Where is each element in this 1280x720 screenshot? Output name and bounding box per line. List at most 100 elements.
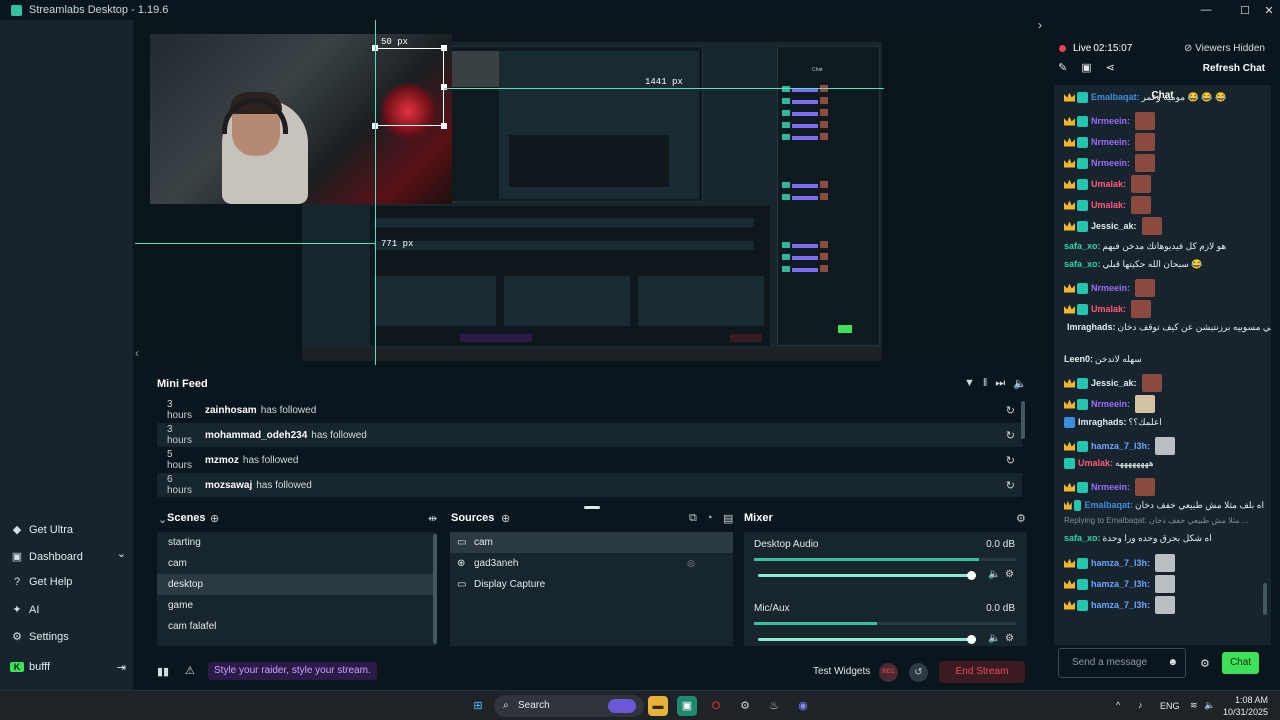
chat-username[interactable]: safa_xo: — [1064, 258, 1101, 270]
speaker-icon[interactable]: 🔈 — [988, 569, 1000, 580]
minimize-button[interactable]: — — [1195, 0, 1217, 20]
chevron-right-icon[interactable]: › — [1038, 18, 1042, 32]
viewers-hidden-toggle[interactable]: ⊘ Viewers Hidden — [1184, 43, 1265, 54]
replay-icon[interactable]: ↻ — [1006, 404, 1015, 417]
folder-icon[interactable]: ▤ — [723, 512, 733, 525]
chat-username[interactable]: Nrmeein: — [1091, 282, 1130, 294]
chat-username[interactable]: hamza_7_l3h: — [1091, 557, 1150, 569]
chat-username[interactable]: hamza_7_l3h: — [1091, 440, 1150, 452]
volume-slider[interactable] — [758, 571, 976, 580]
replay-buffer-button[interactable]: ↺ — [909, 663, 928, 682]
settings-app-icon[interactable]: ⚙ — [735, 696, 755, 716]
chat-input[interactable]: Send a message ☻ — [1058, 648, 1186, 678]
replay-icon[interactable]: ↻ — [1006, 454, 1015, 467]
record-button[interactable]: REC — [879, 663, 898, 682]
add-source-icon[interactable]: ⊕ — [501, 512, 510, 525]
widgets-icon[interactable]: ▣ — [1081, 61, 1091, 74]
slider-knob[interactable] — [967, 571, 976, 580]
scene-transition-icon[interactable]: ⇹ — [428, 512, 437, 525]
clock-time[interactable]: 1:08 AM — [1222, 695, 1268, 705]
scene-item[interactable]: starting — [157, 532, 437, 553]
close-button[interactable]: ✕ — [1258, 0, 1280, 20]
replay-icon[interactable]: ↻ — [1006, 429, 1015, 442]
chat-username[interactable]: Jessic_ak: — [1091, 377, 1137, 389]
skip-icon[interactable]: ⏭ — [995, 377, 1005, 390]
refresh-chat-button[interactable]: Refresh Chat — [1203, 63, 1265, 74]
scene-item[interactable]: game — [157, 595, 437, 616]
streamlabs-taskbar-icon[interactable]: ▣ — [677, 696, 697, 716]
pause-icon[interactable]: ‖ — [983, 377, 988, 390]
sidebar-item-dashboard[interactable]: ▣ Dashboard ⌄ — [10, 547, 126, 563]
test-widgets-button[interactable]: Test Widgets — [813, 666, 870, 677]
resize-handle[interactable] — [441, 84, 447, 90]
chat-username[interactable]: safa_xo: — [1064, 532, 1101, 544]
resize-drag-bar[interactable] — [584, 506, 600, 509]
edit-icon[interactable]: ✎ — [1058, 61, 1067, 74]
source-item[interactable]: ▭ Display Capture — [450, 574, 733, 595]
slider-knob[interactable] — [967, 635, 976, 644]
channel-settings-icon[interactable]: ⚙ — [1005, 633, 1014, 644]
user-account[interactable]: K bufff ⇥ — [10, 661, 126, 674]
collapse-icon[interactable]: ⌄ — [158, 513, 167, 526]
chat-username[interactable]: Umalak: — [1091, 303, 1126, 315]
scene-item[interactable]: cam — [157, 553, 437, 574]
alert-icon[interactable]: ⚠ — [185, 664, 195, 677]
chat-username[interactable]: safa_xo: — [1064, 240, 1101, 252]
share-icon[interactable]: ⋖ — [1106, 61, 1115, 74]
speaker-icon[interactable]: 🔈 — [988, 633, 1000, 644]
hidden-eye-icon[interactable]: ◎ — [687, 558, 695, 569]
chat-username[interactable]: Nrmeein: — [1091, 398, 1130, 410]
sidebar-item-ai[interactable]: ✦ AI — [10, 603, 39, 617]
sidebar-item-get-ultra[interactable]: ◆ Get Ultra — [10, 523, 73, 537]
sidebar-item-settings[interactable]: ⚙ Settings — [10, 630, 69, 644]
microphone-icon[interactable]: ♪ — [1138, 700, 1143, 710]
scrollbar[interactable] — [1021, 401, 1025, 439]
opera-icon[interactable]: O — [706, 696, 726, 716]
send-chat-button[interactable]: Chat — [1222, 652, 1259, 674]
volume-slider[interactable] — [758, 635, 976, 644]
selection-box[interactable] — [375, 48, 444, 126]
tray-chevron-icon[interactable]: ^ — [1116, 700, 1120, 710]
stream-preview[interactable]: Chat 50 px 1441 px 771 px — [135, 20, 1045, 365]
source-item[interactable]: ▭ cam — [450, 532, 733, 553]
chat-username[interactable]: Jessic_ak: — [1091, 220, 1137, 232]
chevron-left-icon[interactable]: ‹ — [135, 346, 139, 360]
scrollbar[interactable] — [1263, 583, 1267, 615]
windows-start-icon[interactable]: ⊞ — [468, 696, 488, 716]
maximize-button[interactable]: ☐ — [1234, 0, 1256, 20]
logout-icon[interactable]: ⇥ — [117, 661, 126, 674]
filters-icon[interactable]: ◔ — [706, 512, 713, 524]
chat-username[interactable]: Nrmeein: — [1091, 157, 1130, 169]
chat-username[interactable]: Imraghads: — [1078, 416, 1127, 428]
chat-username[interactable]: Imraghads: — [1067, 321, 1116, 333]
mixer-settings-icon[interactable]: ⚙ — [1016, 512, 1026, 525]
chat-username[interactable]: Leen0: — [1064, 353, 1093, 365]
scene-item[interactable]: desktop — [157, 574, 437, 595]
stats-icon[interactable]: ▮▮ — [157, 665, 169, 678]
volume-icon[interactable]: 🔈 — [1204, 700, 1215, 711]
chat-username[interactable]: Nrmeein: — [1091, 481, 1130, 493]
taskbar-search[interactable]: ⌕ Search — [494, 695, 644, 717]
chat-username[interactable]: Nrmeein: — [1091, 115, 1130, 127]
wifi-icon[interactable]: ≋ — [1190, 700, 1198, 711]
replay-icon[interactable]: ↻ — [1006, 479, 1015, 492]
file-explorer-icon[interactable]: ▬ — [648, 696, 668, 716]
chat-username[interactable]: Umalak: — [1091, 199, 1126, 211]
chat-settings-icon[interactable]: ⚙ — [1200, 657, 1210, 670]
add-scene-icon[interactable]: ⊕ — [210, 512, 219, 525]
source-item[interactable]: ⊕ gad3aneh ◎ — [450, 553, 733, 574]
resize-handle[interactable] — [441, 45, 447, 51]
discord-icon[interactable]: ◉ — [793, 696, 813, 716]
chevron-down-icon[interactable]: ⌄ — [117, 547, 126, 560]
filter-icon[interactable]: ▼ — [964, 377, 975, 390]
chat-username[interactable]: Nrmeein: — [1091, 136, 1130, 148]
chat-username[interactable]: hamza_7_l3h: — [1091, 599, 1150, 611]
end-stream-button[interactable]: End Stream — [939, 661, 1025, 683]
sidebar-item-get-help[interactable]: ? Get Help — [10, 576, 72, 588]
promo-banner[interactable]: Style your raider, style your stream. — [208, 662, 377, 680]
emoji-icon[interactable]: ☻ — [1167, 649, 1178, 677]
chat-username[interactable]: Umalak: — [1091, 178, 1126, 190]
chat-username[interactable]: hamza_7_l3h: — [1091, 578, 1150, 590]
scene-item[interactable]: cam falafel — [157, 616, 437, 637]
clock-date[interactable]: 10/31/2025 — [1222, 707, 1268, 717]
